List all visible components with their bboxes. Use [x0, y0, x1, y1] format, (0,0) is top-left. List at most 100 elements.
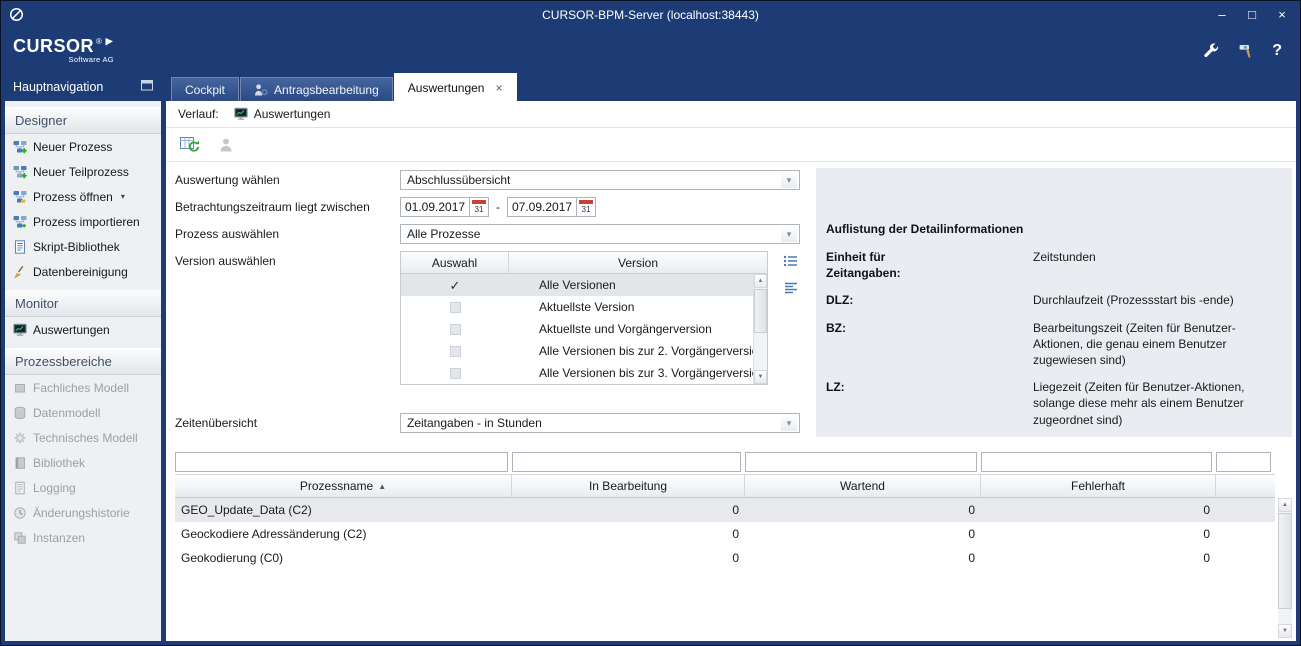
report-select-label: Auswertung wählen [175, 173, 400, 187]
generate-report-button[interactable] [175, 132, 205, 158]
report-select[interactable]: Abschlussübersicht ▾ [400, 170, 800, 190]
period-separator: - [496, 200, 500, 214]
unchecked-checkbox[interactable] [450, 346, 461, 357]
tab-label: Auswertungen [408, 81, 485, 95]
section-header-monitor[interactable]: Monitor [5, 290, 161, 317]
count-cell: 0 [981, 498, 1216, 522]
count-cell: 0 [745, 498, 981, 522]
time-select[interactable]: Zeitangaben - in Stunden ▾ [400, 413, 800, 433]
tools-icon[interactable] [1237, 42, 1255, 60]
window-body: Hauptnavigation DesignerNeuer ProzessNeu… [5, 73, 1296, 641]
period-from-input[interactable] [400, 197, 470, 217]
column-header-in-bearbeitung[interactable]: In Bearbeitung [512, 475, 745, 497]
scrollbar-track[interactable] [1278, 610, 1292, 624]
sidebar-item-label: Prozess importieren [33, 215, 140, 229]
tab-auswertungen[interactable]: Auswertungen × [394, 73, 517, 101]
sidebar-item-label: Datenbereinigung [33, 265, 128, 279]
sidebar-item-datenbereinigung[interactable]: Datenbereinigung [5, 259, 161, 284]
sidebar-item-neuer-prozess[interactable]: Neuer Prozess [5, 134, 161, 159]
sidebar-item-label: Skript-Bibliothek [33, 240, 120, 254]
unchecked-checkbox[interactable] [450, 324, 461, 335]
filter-input-wartend[interactable] [745, 452, 977, 472]
history-label: Verlauf: [178, 107, 219, 121]
tab-cockpit[interactable]: Cockpit [171, 77, 239, 101]
checked-checkbox[interactable]: ✓ [450, 279, 461, 292]
workflow-icon [254, 83, 268, 97]
list-view-icon[interactable] [783, 254, 799, 268]
calendar-icon[interactable]: 31 [470, 197, 489, 217]
scrollbar-thumb[interactable] [1278, 513, 1292, 609]
filter-input-fehlerhaft[interactable] [981, 452, 1212, 472]
table-row[interactable]: Geokodierung (C0)000 [175, 546, 1275, 570]
scroll-up-icon[interactable]: ▲ [754, 274, 767, 288]
period-to-input[interactable] [507, 197, 577, 217]
version-column-version: Version [509, 252, 767, 273]
sidebar-item-auswertungen[interactable]: Auswertungen [5, 317, 161, 342]
app-logo-icon [9, 7, 24, 22]
tab-bar: Cockpit Antragsbearbeitung Auswertungen × [166, 73, 1296, 101]
filter-input-extra[interactable] [1216, 452, 1271, 472]
sidebar-item-label: Bibliothek [33, 456, 85, 470]
history-bar: Verlauf: Auswertungen [166, 101, 1296, 128]
pin-icon[interactable] [141, 80, 153, 94]
help-icon[interactable]: ? [1272, 42, 1282, 60]
section-header-label: Prozessbereiche [15, 354, 112, 369]
section-header-prozessbereiche[interactable]: Prozessbereiche [5, 348, 161, 375]
scroll-down-icon[interactable]: ▼ [1278, 624, 1292, 638]
table-row[interactable]: Geockodiere Adressänderung (C2)000 [175, 522, 1275, 546]
close-button[interactable]: × [1272, 7, 1292, 23]
unchecked-checkbox[interactable] [450, 368, 461, 379]
calendar-icon[interactable]: 31 [577, 197, 596, 217]
info-definition: Durchlaufzeit (Prozessstart bis -ende) [1033, 292, 1278, 308]
report-select-value: Abschlussübersicht [407, 173, 781, 187]
table-row[interactable]: GEO_Update_Data (C2)000 [175, 498, 1275, 522]
wrench-icon[interactable] [1202, 42, 1220, 60]
info-entries: Einheit für Zeitangaben:ZeitstundenDLZ:D… [826, 249, 1278, 428]
brand-registered: ® [96, 38, 102, 46]
filter-input-prozessname[interactable] [175, 452, 508, 472]
brand-subtitle: Software AG [13, 56, 114, 64]
sidebar-item-prozess-oeffnen[interactable]: Prozess öffnen▾ [5, 184, 161, 209]
filter-input-in-bearbeitung[interactable] [512, 452, 741, 472]
scrollbar-thumb[interactable] [754, 289, 767, 333]
sidebar-item-label: Logging [33, 481, 76, 495]
version-scrollbar[interactable]: ▲ ▼ [753, 274, 767, 384]
calendar-day: 31 [475, 204, 484, 216]
detail-view-icon[interactable] [783, 281, 799, 295]
column-header-prozessname[interactable]: Prozessname▲ [175, 475, 512, 497]
info-entry: LZ:Liegezeit (Zeiten für Benutzer-Aktion… [826, 379, 1278, 428]
app-header: CURSOR ® Software AG ? [1, 28, 1300, 73]
version-row[interactable]: Aktuellste Version [401, 296, 767, 318]
tab-antragsbearbeitung[interactable]: Antragsbearbeitung [240, 77, 393, 101]
version-row[interactable]: ✓Alle Versionen [401, 274, 767, 296]
info-term-text: BZ: [826, 320, 846, 336]
close-tab-icon[interactable]: × [495, 81, 502, 95]
sidebar-item-neuer-teilprozess[interactable]: Neuer Teilprozess [5, 159, 161, 184]
scroll-down-icon[interactable]: ▼ [754, 370, 767, 384]
version-row[interactable]: Alle Versionen bis zur 3. Vorgängerversi… [401, 362, 767, 384]
version-row[interactable]: Aktuellste und Vorgängerversion [401, 318, 767, 340]
scrollbar-track[interactable] [754, 334, 767, 370]
results-scrollbar[interactable]: ▲ ▼ [1278, 498, 1292, 638]
column-header-label: Wartend [840, 479, 885, 493]
sidebar-item-skript-bibliothek[interactable]: Skript-Bibliothek [5, 234, 161, 259]
tab-label: Cockpit [185, 83, 225, 97]
open-process-icon [13, 190, 27, 204]
scroll-up-icon[interactable]: ▲ [1278, 498, 1292, 512]
count-cell: 0 [981, 546, 1216, 570]
column-header-wartend[interactable]: Wartend [745, 475, 981, 497]
count-cell: 0 [512, 498, 745, 522]
process-select[interactable]: Alle Prozesse ▾ [400, 224, 800, 244]
sidebar-item-label: Instanzen [33, 531, 85, 545]
version-row[interactable]: Alle Versionen bis zur 2. Vorgängerversi… [401, 340, 767, 362]
info-definition: Zeitstunden [1033, 249, 1278, 281]
history-item-auswertungen[interactable]: Auswertungen [228, 105, 337, 123]
unchecked-checkbox[interactable] [450, 302, 461, 313]
section-header-designer[interactable]: Designer [5, 107, 161, 134]
column-header-fehlerhaft[interactable]: Fehlerhaft [981, 475, 1216, 497]
minimize-button[interactable]: – [1212, 7, 1232, 23]
sidebar-item-prozess-importieren[interactable]: Prozess importieren [5, 209, 161, 234]
sort-ascending-icon: ▲ [378, 482, 386, 491]
maximize-button[interactable]: □ [1242, 7, 1262, 23]
report-form: Auswertung wählen Abschlussübersicht ▾ B… [175, 170, 800, 440]
